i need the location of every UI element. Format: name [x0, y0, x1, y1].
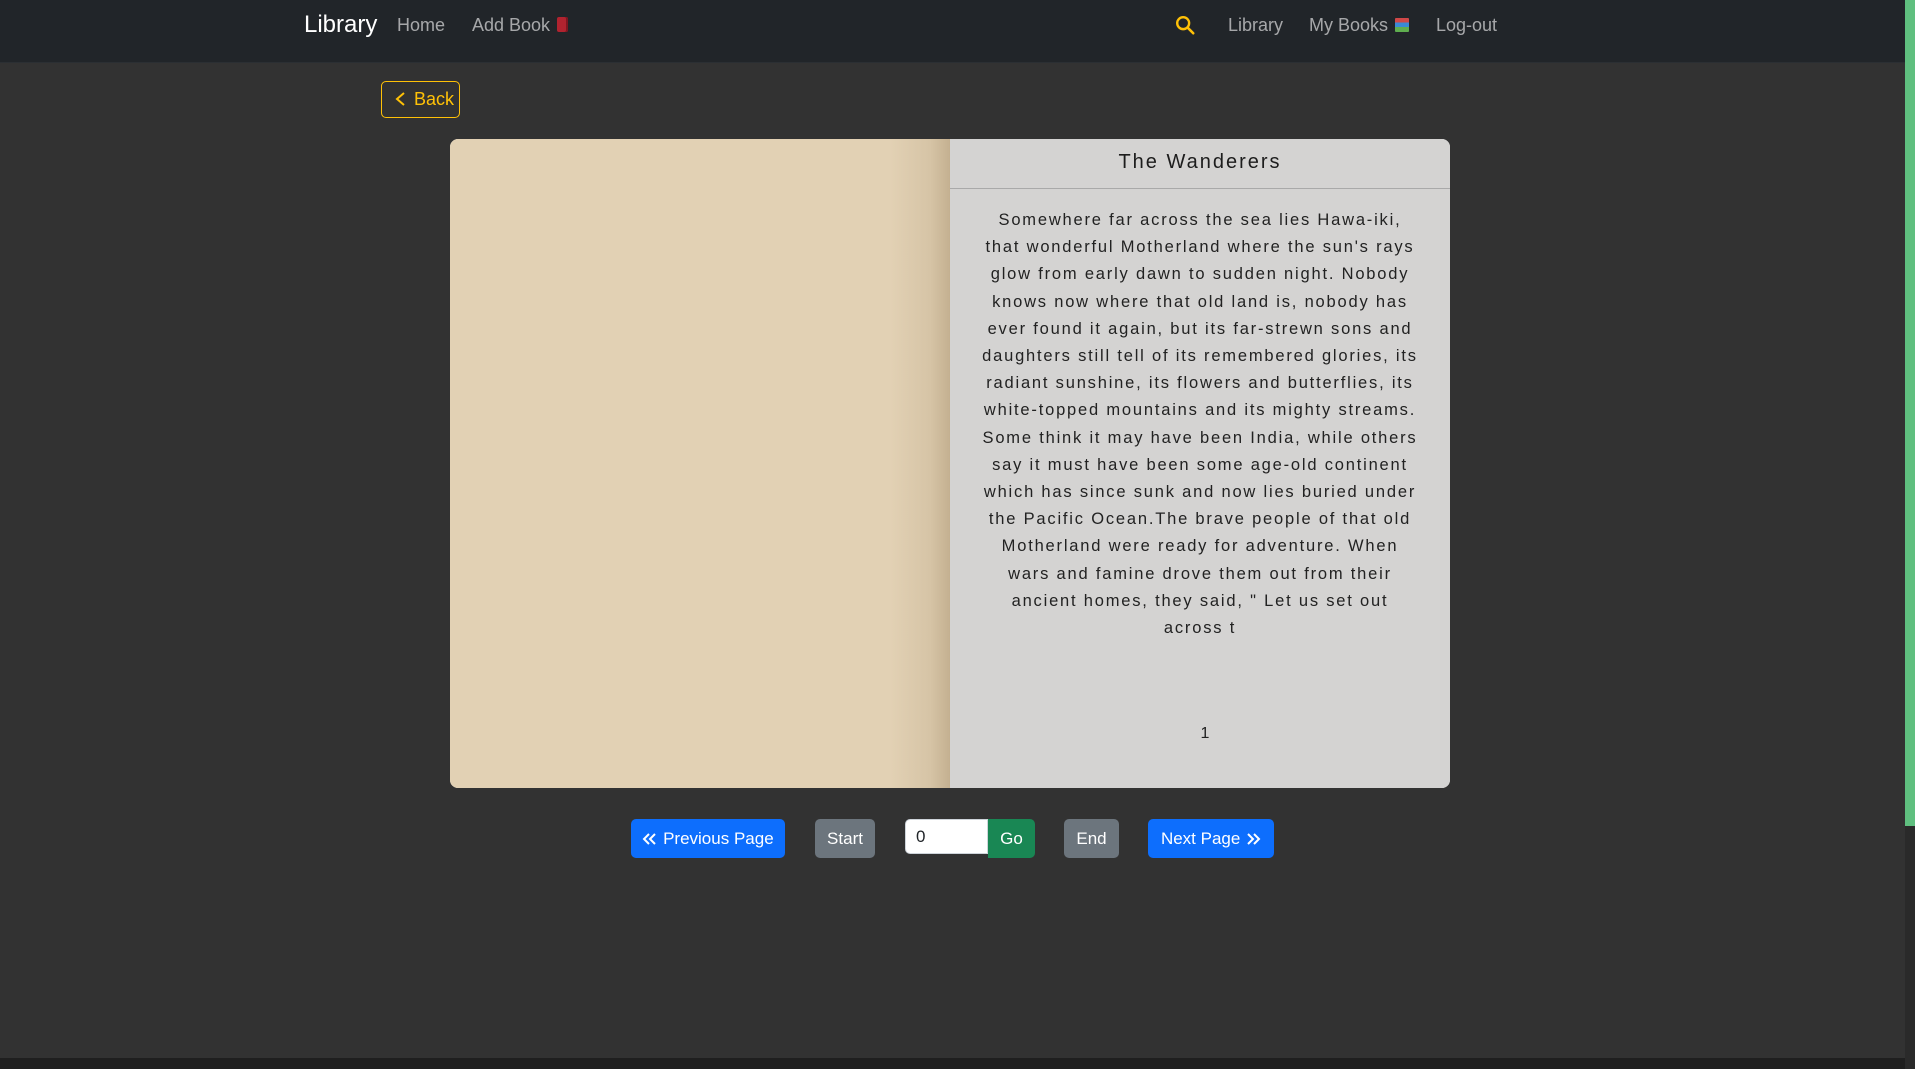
page-text: Somewhere far across the sea lies Hawa-i…: [982, 211, 1418, 638]
book-title: The Wanderers: [1118, 151, 1282, 173]
search-icon[interactable]: [1174, 14, 1196, 36]
nav-library-label: Library: [1228, 15, 1284, 35]
nav-logout-link[interactable]: Log-out: [1436, 14, 1497, 36]
footer-bar: [0, 1058, 1905, 1069]
double-chevron-right-icon: [1247, 833, 1261, 845]
end-label: End: [1076, 829, 1107, 848]
page-scrollbar-thumb[interactable]: [1905, 0, 1915, 826]
title-divider: [950, 188, 1450, 189]
nav-my-books-label: My Books: [1309, 15, 1389, 35]
previous-page-label: Previous Page: [663, 829, 774, 848]
back-button[interactable]: Back: [381, 81, 460, 118]
nav-home-link[interactable]: Home: [397, 14, 445, 36]
top-navbar: Library Home Add Book Library My Books L…: [0, 0, 1905, 63]
red-book-icon: [557, 17, 569, 32]
page-number: 1: [1200, 725, 1210, 742]
next-page-label: Next Page: [1160, 829, 1241, 848]
previous-page-button[interactable]: Previous Page: [631, 819, 785, 858]
end-button[interactable]: End: [1064, 819, 1119, 858]
books-icon: [1395, 18, 1410, 32]
navbar-brand[interactable]: Library: [304, 12, 377, 38]
next-page-button[interactable]: Next Page: [1148, 819, 1274, 858]
start-button[interactable]: Start: [815, 819, 875, 858]
chevron-left-icon: [395, 92, 405, 106]
double-chevron-left-icon: [642, 833, 657, 845]
nav-add-book-link[interactable]: Add Book: [472, 14, 569, 36]
go-button[interactable]: Go: [988, 819, 1035, 858]
nav-add-book-label: Add Book: [472, 15, 551, 35]
right-page: The Wanderers Somewhere far across the s…: [950, 139, 1450, 788]
nav-home-label: Home: [397, 15, 446, 35]
go-label: Go: [1000, 829, 1023, 848]
start-label: Start: [827, 829, 863, 848]
left-page: [450, 139, 950, 788]
page-number-input[interactable]: [905, 819, 988, 854]
nav-logout-label: Log-out: [1436, 15, 1498, 35]
book-reader: The Wanderers Somewhere far across the s…: [450, 139, 1450, 788]
nav-my-books-link[interactable]: My Books: [1309, 14, 1410, 36]
nav-library-link[interactable]: Library: [1228, 14, 1283, 36]
back-label: Back: [414, 89, 455, 109]
